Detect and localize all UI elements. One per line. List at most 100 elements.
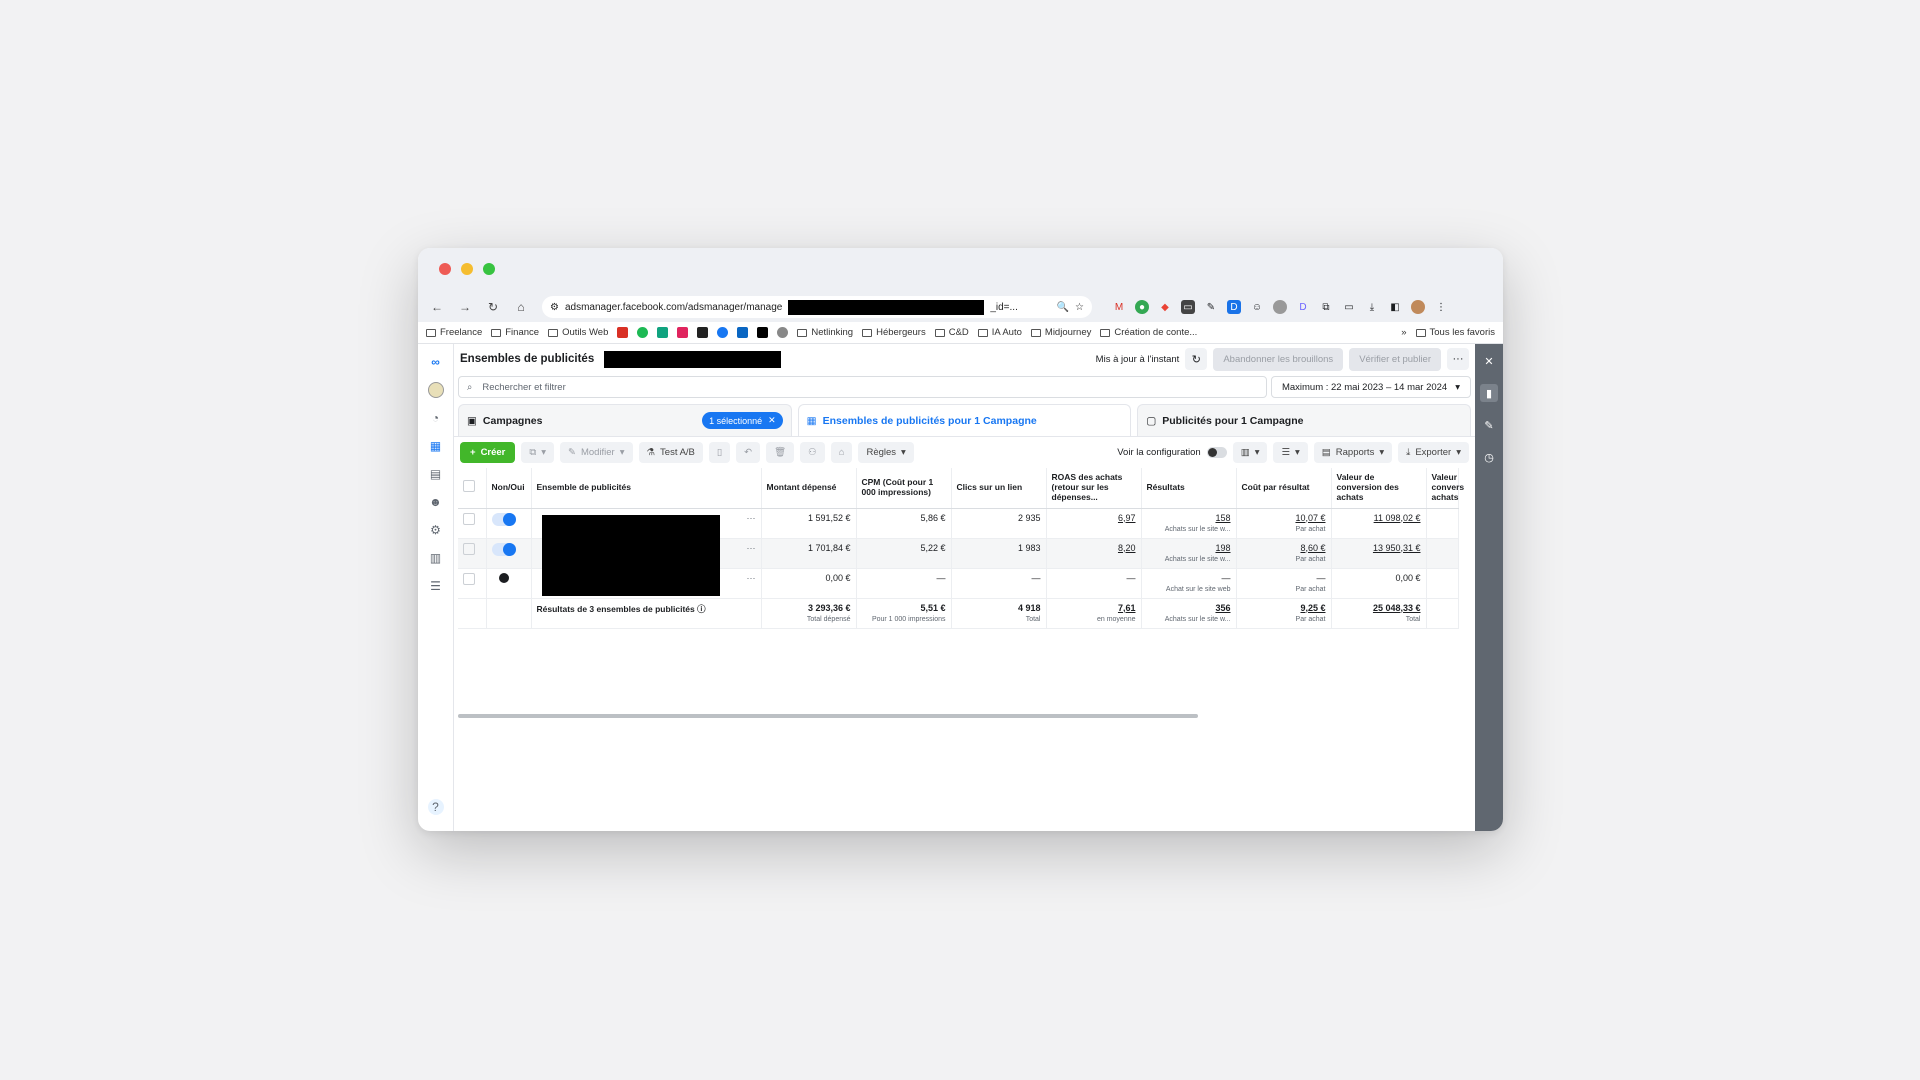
chart-icon[interactable]: ▮	[1480, 384, 1498, 402]
tab-ads[interactable]: ▢ Publicités pour 1 Campagne	[1137, 404, 1472, 436]
breakdown-button[interactable]: ☰ ▾	[1273, 442, 1308, 463]
chatgpt-favicon[interactable]	[657, 327, 669, 338]
link-favicon[interactable]	[777, 327, 789, 338]
total-roas-value[interactable]: 7,61	[1118, 603, 1136, 613]
extension-green-icon[interactable]: ●	[1135, 300, 1149, 314]
x-favicon[interactable]	[757, 327, 769, 338]
create-button[interactable]: + Créer	[460, 442, 516, 463]
row-checkbox[interactable]	[463, 542, 475, 555]
bookmark-folder[interactable]: C&D	[934, 327, 969, 338]
undo-icon[interactable]: ↶	[736, 442, 761, 463]
extension-face-icon[interactable]: ☺	[1250, 300, 1264, 314]
row-checkbox[interactable]	[463, 512, 475, 525]
total-cost-value[interactable]: 9,25 €	[1300, 603, 1325, 613]
status-toggle-on[interactable]	[491, 512, 516, 526]
dashboard-icon[interactable]: ◔	[428, 410, 444, 426]
gmail-favicon[interactable]	[617, 327, 629, 338]
reload-icon[interactable]: ↻	[482, 296, 504, 318]
forward-icon[interactable]: →	[454, 296, 476, 318]
bookmark-folder[interactable]: Finance	[491, 327, 539, 338]
profile-avatar[interactable]	[1411, 300, 1425, 314]
gmail-icon[interactable]: M	[1112, 300, 1126, 314]
spotify-favicon[interactable]	[637, 327, 649, 338]
bookmark-folder[interactable]: Freelance	[426, 327, 482, 338]
more-icon[interactable]: ···	[747, 543, 756, 553]
review-publish-button[interactable]: Vérifier et publier	[1349, 347, 1441, 371]
bookmark-folder[interactable]: Hébergeurs	[862, 327, 926, 338]
info-icon[interactable]: ⓘ	[697, 604, 706, 614]
clipboard-icon[interactable]: ▯	[708, 442, 731, 463]
facebook-favicon[interactable]	[717, 327, 729, 338]
more-options-icon[interactable]: ···	[1447, 348, 1469, 370]
status-toggle-on[interactable]	[491, 542, 516, 556]
col-spent[interactable]: Montant dépensé	[761, 468, 857, 509]
col-conv-value[interactable]: Valeur de conversion des achats	[1331, 468, 1427, 509]
selected-chip[interactable]: 1 sélectionné ✕	[702, 412, 783, 429]
more-bookmarks-icon[interactable]: »	[1401, 327, 1406, 338]
all-tools-menu-icon[interactable]: ☰	[428, 578, 444, 594]
col-conv-value-2[interactable]: Valeur convers achats	[1426, 468, 1464, 509]
menu-kebab-icon[interactable]: ⋮	[1434, 300, 1448, 314]
cost-value[interactable]: 8,60 €	[1300, 543, 1325, 553]
col-name[interactable]: Ensemble de publicités	[531, 468, 762, 509]
col-toggle[interactable]: Non/Oui	[486, 468, 532, 509]
zoom-icon[interactable]: 🔍	[1057, 302, 1069, 313]
pages-icon[interactable]: ▤	[428, 466, 444, 482]
account-avatar[interactable]	[427, 382, 444, 398]
extension-d2-icon[interactable]: D	[1296, 300, 1310, 314]
events-icon[interactable]: ⚙	[428, 522, 444, 538]
tab-adsets[interactable]: ▦ Ensembles de publicités pour 1 Campagn…	[797, 404, 1132, 436]
pen-icon[interactable]: ✎	[1204, 300, 1218, 314]
total-conv-value[interactable]: 25 048,33 €	[1373, 603, 1421, 613]
results-value[interactable]: 158	[1215, 513, 1230, 523]
col-cost-result[interactable]: Coût par résultat	[1236, 468, 1332, 509]
address-bar[interactable]: ⚙ adsmanager.facebook.com/adsmanager/man…	[542, 296, 1092, 318]
columns-button[interactable]: ▥ ▾	[1232, 442, 1268, 463]
roas-value[interactable]: 8,20	[1118, 543, 1136, 553]
export-button[interactable]: ⤓ Exporter ▾	[1398, 442, 1469, 463]
tab-campaigns[interactable]: ▣ Campagnes 1 sélectionné ✕	[458, 404, 792, 436]
catalog-icon[interactable]: ▥	[428, 550, 444, 566]
bookmark-folder[interactable]: Netlinking	[797, 327, 853, 338]
bookmark-star-icon[interactable]: ☆	[1075, 302, 1084, 313]
row-checkbox[interactable]	[463, 572, 475, 585]
col-roas[interactable]: ROAS des achats (retour sur les dépenses…	[1046, 468, 1142, 509]
history-icon[interactable]: ◷	[1480, 448, 1498, 466]
bookmark-folder[interactable]: Création de conte...	[1100, 327, 1197, 338]
notion-favicon[interactable]	[697, 327, 709, 338]
sidepanel-icon[interactable]: ◧	[1388, 300, 1402, 314]
campaigns-table-icon[interactable]: ▦	[428, 438, 444, 454]
bookmark-folder[interactable]: Midjourney	[1030, 327, 1091, 338]
people-icon[interactable]: ⚇	[800, 442, 825, 463]
more-icon[interactable]: ···	[747, 513, 756, 523]
extension-screen-icon[interactable]: ▭	[1181, 300, 1195, 314]
puzzle-icon[interactable]: ⧉	[1319, 300, 1333, 314]
bookmark-folder[interactable]: IA Auto	[977, 327, 1022, 338]
close-panel-icon[interactable]: ✕	[1480, 352, 1498, 370]
status-toggle-off[interactable]	[498, 572, 509, 583]
site-info-icon[interactable]: ⚙	[550, 302, 559, 313]
discard-drafts-button[interactable]: Abandonner les brouillons	[1213, 347, 1344, 371]
search-input[interactable]: ⌕ Rechercher et filtrer	[458, 376, 1267, 398]
meta-logo-icon[interactable]: ∞	[428, 354, 444, 370]
app-favicon[interactable]	[677, 327, 689, 338]
minimize-window-button[interactable]	[461, 263, 473, 275]
rules-button[interactable]: Règles ▾	[858, 442, 914, 463]
ab-test-button[interactable]: ⚗ Test A/B	[638, 442, 703, 463]
conv-value[interactable]: 13 950,31 €	[1373, 543, 1421, 553]
edit-icon[interactable]: ✎	[1480, 416, 1498, 434]
download-icon[interactable]: ⤓	[1365, 300, 1379, 314]
col-results[interactable]: Résultats	[1141, 468, 1237, 509]
more-icon[interactable]: ···	[747, 573, 756, 583]
bookmark-folder[interactable]: Outils Web	[548, 327, 608, 338]
extension-circle-icon[interactable]	[1273, 300, 1287, 314]
horizontal-scrollbar[interactable]	[458, 714, 1198, 718]
view-config-toggle[interactable]	[1206, 447, 1227, 458]
refresh-icon[interactable]: ↻	[1185, 348, 1208, 370]
total-results-value[interactable]: 356	[1215, 603, 1230, 613]
back-icon[interactable]: ←	[426, 296, 448, 318]
conv-value[interactable]: 11 098,02 €	[1374, 513, 1421, 523]
extension-d-icon[interactable]: D	[1227, 300, 1241, 314]
tag-icon[interactable]: ⌂	[830, 442, 853, 463]
maximize-window-button[interactable]	[483, 263, 495, 275]
